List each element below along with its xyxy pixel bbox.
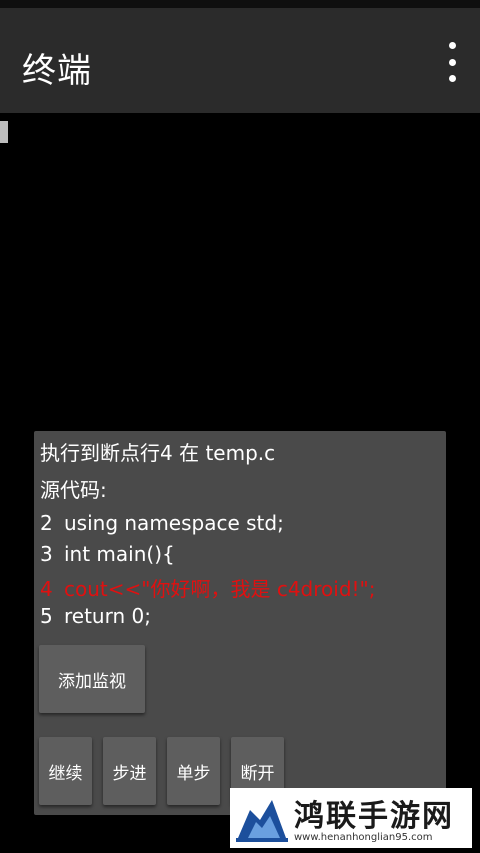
watermark-logo-icon bbox=[236, 800, 288, 842]
code-text: cout<<"你好啊，我是 c4droid!"; bbox=[64, 577, 376, 601]
status-bar bbox=[0, 0, 480, 8]
breakpoint-status: 执行到断点行4 在 temp.c bbox=[40, 441, 276, 465]
code-line-current: 4 cout<<"你好啊，我是 c4droid!"; bbox=[40, 573, 375, 602]
watermark: 鸿联手游网 www.henanhonglian95.com bbox=[230, 788, 472, 848]
more-vert-icon[interactable] bbox=[442, 42, 462, 82]
line-number: 2 bbox=[40, 511, 53, 535]
code-line: 3 int main(){ bbox=[40, 542, 175, 566]
code-text: int main(){ bbox=[64, 542, 175, 566]
terminal-cursor bbox=[0, 121, 8, 143]
watermark-url: www.henanhonglian95.com bbox=[294, 832, 433, 843]
watermark-title: 鸿联手游网 bbox=[294, 799, 454, 834]
app-title: 终端 bbox=[22, 51, 92, 91]
code-text: return 0; bbox=[64, 604, 151, 628]
menu-dot bbox=[448, 75, 456, 82]
add-watch-button[interactable]: 添加监视 bbox=[39, 645, 145, 713]
code-line: 5 return 0; bbox=[40, 604, 151, 628]
step-into-button[interactable]: 单步 bbox=[167, 737, 220, 805]
debug-panel: 执行到断点行4 在 temp.c 源代码: 2 using namespace s… bbox=[34, 431, 446, 815]
code-line: 2 using namespace std; bbox=[40, 511, 284, 535]
step-over-button[interactable]: 步进 bbox=[103, 737, 156, 805]
line-number: 3 bbox=[40, 542, 53, 566]
continue-button[interactable]: 继续 bbox=[39, 737, 92, 805]
source-label: 源代码: bbox=[40, 478, 107, 502]
line-number: 5 bbox=[40, 604, 53, 628]
menu-dot bbox=[448, 42, 456, 49]
app-bar: 终端 bbox=[0, 8, 480, 113]
code-text: using namespace std; bbox=[64, 511, 284, 535]
menu-dot bbox=[448, 58, 456, 66]
line-number: 4 bbox=[40, 577, 53, 601]
